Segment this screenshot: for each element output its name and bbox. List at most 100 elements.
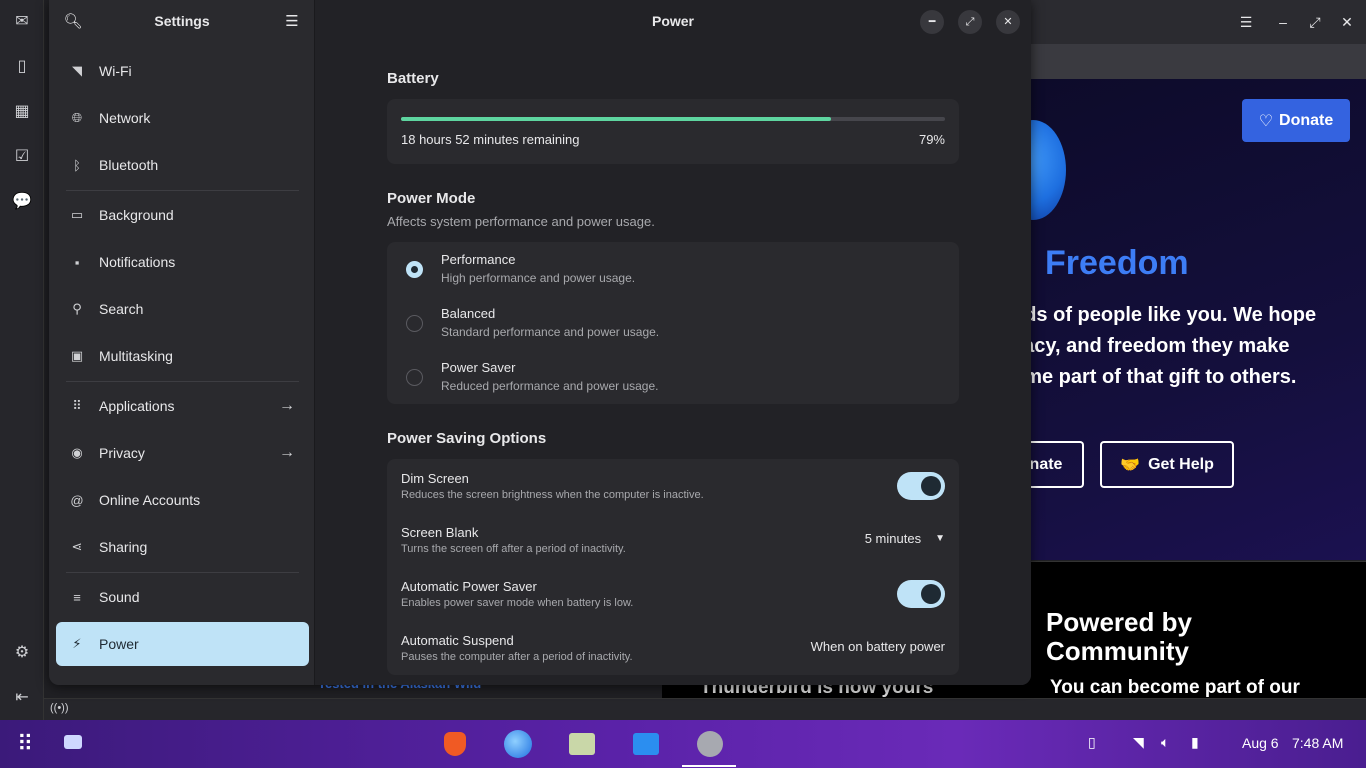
battery-icon[interactable]: ▮ <box>1191 734 1199 751</box>
radio-button-selected[interactable] <box>406 261 423 278</box>
row-title: Automatic Power Saver <box>401 579 537 594</box>
handshake-icon: 🤝 <box>1120 456 1141 474</box>
workspaces-icon[interactable] <box>58 730 88 758</box>
thunderbird-icon[interactable] <box>502 730 532 758</box>
sidebar-header: 🔍︎ Settings ☰ <box>49 0 315 44</box>
sidebar-item-label: Notifications <box>99 254 176 270</box>
battery-card: 18 hours 52 minutes remaining 79% <box>387 99 959 164</box>
power-mode-power-saver[interactable]: Power Saver Reduced performance and powe… <box>387 350 959 404</box>
at-sign-icon: @ <box>70 492 84 508</box>
screen-blank-row: Screen Blank Turns the screen off after … <box>387 513 959 567</box>
browser-titlebar: ☰ – ⤢ ✕ <box>1030 0 1366 44</box>
sidebar-item-background[interactable]: ▭ Background <box>56 193 309 237</box>
sidebar-item-label: Privacy <box>99 445 145 461</box>
apps-grid-icon: ⠿ <box>72 398 82 413</box>
clock-date[interactable]: Aug 6 <box>1242 735 1279 751</box>
phone-icon[interactable]: ▯ <box>1088 734 1096 751</box>
volume-icon[interactable]: 🔈︎ <box>1161 734 1169 751</box>
maximize-button[interactable]: ⤢ <box>958 10 982 34</box>
row-title: Dim Screen <box>401 471 469 486</box>
powered-line-2: Community <box>1046 636 1189 666</box>
auto-power-saver-toggle[interactable] <box>897 580 945 608</box>
option-subtitle: Reduced performance and power usage. <box>441 379 659 393</box>
chevron-down-icon: ▼ <box>935 533 945 544</box>
hamburger-menu-icon[interactable]: ☰ <box>282 12 302 32</box>
dim-screen-row: Dim Screen Reduces the screen brightness… <box>387 459 959 513</box>
powered-heading: Powered by Community <box>1046 608 1192 666</box>
bottom-text: You can become part of our <box>1050 677 1300 698</box>
files-icon[interactable] <box>566 730 596 758</box>
sidebar-item-multitasking[interactable]: ▣ Multitasking <box>56 334 309 378</box>
row-title: Automatic Suspend <box>401 633 514 648</box>
sidebar-item-online-accounts[interactable]: @ Online Accounts <box>56 478 309 522</box>
chat-icon[interactable]: 💬 <box>12 192 32 212</box>
minimize-button[interactable]: ━ <box>920 10 944 34</box>
close-button[interactable]: ✕ <box>996 10 1020 34</box>
sidebar-item-network[interactable]: 🌐︎ Network <box>56 96 309 140</box>
clock-time[interactable]: 7:48 AM <box>1292 735 1343 751</box>
minimize-icon[interactable]: – <box>1273 12 1293 32</box>
para-line-3: ome part of that gift to others. <box>1012 366 1297 388</box>
auto-suspend-row[interactable]: Automatic Suspend Pauses the computer af… <box>387 621 959 675</box>
get-help-button[interactable]: 🤝 Get Help <box>1100 441 1234 488</box>
radio-button[interactable] <box>406 315 423 332</box>
broadcast-icon[interactable]: ((•)) <box>50 702 69 714</box>
collapse-icon[interactable]: ⇤ <box>12 688 32 708</box>
sidebar-divider <box>66 381 299 382</box>
option-subtitle: High performance and power usage. <box>441 271 636 285</box>
sidebar-item-search[interactable]: ⚲ Search <box>56 287 309 331</box>
brave-browser-icon[interactable] <box>439 730 469 758</box>
app-grid-icon[interactable]: ⠿ <box>10 730 40 758</box>
power-panel: Power ━ ⤢ ✕ Battery 18 hours 52 minutes … <box>315 0 1031 685</box>
close-icon[interactable]: ✕ <box>1337 12 1357 32</box>
sidebar-item-sound[interactable]: ≡ Sound <box>56 575 309 619</box>
dim-screen-toggle[interactable] <box>897 472 945 500</box>
address-book-icon[interactable]: ▯ <box>12 57 32 77</box>
settings-app-icon[interactable] <box>682 730 736 767</box>
powered-line-1: Powered by <box>1046 607 1192 637</box>
sidebar-item-power[interactable]: ⚡︎ Power <box>56 622 309 666</box>
sidebar-item-wifi[interactable]: ◥ Wi-Fi <box>56 49 309 93</box>
app-store-icon[interactable] <box>630 730 660 758</box>
wifi-icon: ◥ <box>72 63 82 78</box>
sidebar-item-label: Wi-Fi <box>99 63 132 79</box>
sidebar-item-notifications[interactable]: ▪ Notifications <box>56 240 309 284</box>
menu-icon[interactable]: ☰ <box>1236 12 1256 32</box>
donate-button-label: Donate <box>1279 111 1334 129</box>
get-help-label: Get Help <box>1148 455 1214 473</box>
tasks-icon[interactable]: ☑ <box>12 147 32 167</box>
sidebar-item-label: Background <box>99 207 174 223</box>
donate-button[interactable]: ♡ Donate <box>1242 99 1350 142</box>
donate-secondary-label: nate <box>1029 455 1063 473</box>
row-subtitle: Turns the screen off after a period of i… <box>401 543 626 555</box>
option-title: Balanced <box>441 306 496 321</box>
sidebar-item-privacy[interactable]: ◉ Privacy → <box>56 431 309 475</box>
maximize-icon[interactable]: ⤢ <box>1305 12 1325 32</box>
option-title: Power Saver <box>441 360 516 375</box>
power-mode-balanced[interactable]: Balanced Standard performance and power … <box>387 296 959 350</box>
screen-blank-dropdown[interactable]: 5 minutes ▼ <box>865 531 945 547</box>
status-strip: ((•)) <box>44 698 1366 720</box>
search-icon: ⚲ <box>72 301 82 316</box>
row-title: Screen Blank <box>401 525 479 540</box>
power-mode-performance[interactable]: Performance High performance and power u… <box>387 242 959 296</box>
freedom-heading: Freedom <box>1045 244 1189 282</box>
privacy-icon: ◉ <box>71 445 83 460</box>
para-line-1: nds of people like you. We hope <box>1012 304 1317 326</box>
sidebar-item-sharing[interactable]: ⋖ Sharing <box>56 525 309 569</box>
radio-button[interactable] <box>406 369 423 386</box>
sidebar-item-label: Applications <box>99 398 175 414</box>
sidebar-item-label: Sound <box>99 589 140 605</box>
calendar-icon[interactable]: ▦ <box>12 102 32 122</box>
sidebar-item-applications[interactable]: ⠿ Applications → <box>56 384 309 428</box>
gear-icon[interactable]: ⚙ <box>12 643 32 663</box>
mail-app-rail: ✉ ▯ ▦ ☑ 💬 ⚙ ⇤ <box>0 0 44 720</box>
address-bar[interactable] <box>1030 44 1366 79</box>
sidebar-item-bluetooth[interactable]: ᛒ Bluetooth <box>56 143 309 187</box>
mail-icon[interactable]: ✉ <box>12 12 32 32</box>
sidebar-divider <box>66 190 299 191</box>
taskbar: ⠿ ▯ ◥ 🔈︎ ▮ Aug 6 7:48 AM <box>0 720 1366 768</box>
wifi-icon[interactable]: ◥ <box>1133 734 1144 751</box>
row-subtitle: Reduces the screen brightness when the c… <box>401 489 704 501</box>
auto-power-saver-row: Automatic Power Saver Enables power save… <box>387 567 959 621</box>
